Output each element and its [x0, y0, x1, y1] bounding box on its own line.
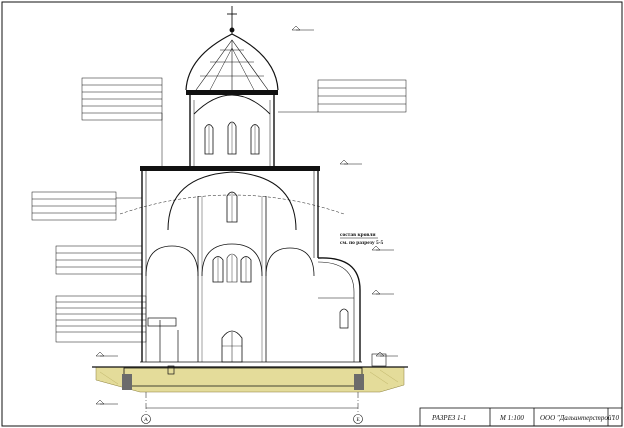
main-walls [141, 170, 319, 362]
main-upper-windows [226, 191, 238, 223]
dome [185, 33, 279, 91]
apse [317, 257, 361, 362]
section-marker-line2: см. по разрезу 5-5 [340, 240, 384, 246]
section-marker-line1: состав кровли [340, 232, 376, 238]
foundation-footing-left [122, 374, 132, 390]
sheet-cell: 10 [612, 414, 620, 422]
dome-cross [227, 6, 237, 34]
axis-left-label: А [144, 417, 148, 423]
note-lower-left-1 [55, 245, 143, 275]
drum-windows [204, 121, 260, 155]
sheet-title: РАЗРЕЗ 1-1 [431, 414, 466, 422]
axis-right-label: Е [356, 417, 360, 423]
entrance-door [221, 330, 243, 363]
lower-arches [145, 243, 315, 277]
section-drawing: состав кровли см. по разрезу 5-5 А Е РАЗ… [1, 1, 623, 427]
drum-cornice [186, 90, 278, 95]
left-annex [147, 317, 179, 375]
axis-lines [145, 392, 359, 412]
note-mid-left [31, 191, 142, 221]
main-lower-windows [212, 253, 252, 283]
foundation-footing-right [354, 374, 364, 390]
company-name: ООО "Дальинтерстрой" [540, 414, 614, 422]
note-lower-left-2 [55, 295, 147, 343]
sheet-scale: М 1:100 [499, 414, 524, 422]
note-top-right [278, 79, 407, 113]
main-cornice [140, 166, 320, 171]
note-top-left [81, 77, 163, 166]
